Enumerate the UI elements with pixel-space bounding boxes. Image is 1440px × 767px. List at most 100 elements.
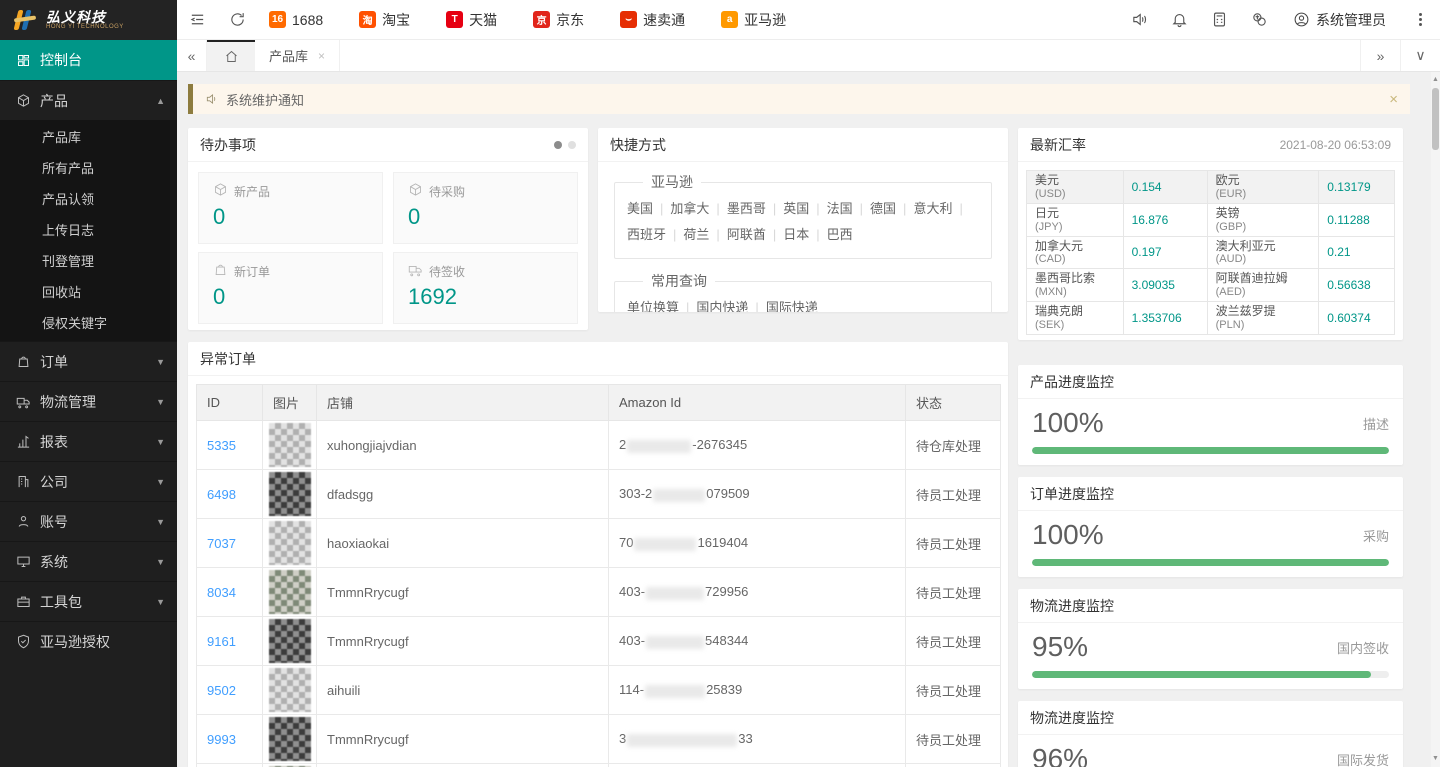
shortcut-link[interactable]: 德国: [870, 201, 896, 216]
tab-home[interactable]: [207, 40, 255, 71]
shortcut-link[interactable]: 荷兰: [683, 227, 709, 242]
shortcut-link[interactable]: 英国: [783, 201, 809, 216]
scrollbar-up-arrow[interactable]: ▲: [1431, 74, 1440, 86]
table-row: 7037haoxiaokai701619404待员工处理: [197, 519, 1001, 568]
sidebar-menu: 产品 ▲ 产品库所有产品产品认领上传日志刊登管理回收站侵权关键字 订单 ▼ 物流…: [0, 80, 177, 661]
carousel-dot-active[interactable]: [554, 141, 562, 149]
tab-close-icon[interactable]: ×: [318, 49, 325, 63]
shortcut-link[interactable]: 日本: [783, 227, 809, 242]
rates-timestamp: 2021-08-20 06:53:09: [1280, 138, 1391, 152]
order-id-link[interactable]: 6498: [207, 487, 236, 502]
marketplace-link[interactable]: 16 1688: [269, 11, 323, 28]
sidebar-group-4[interactable]: 公司 ▼: [0, 461, 177, 501]
user-menu[interactable]: 系统管理员: [1279, 10, 1400, 30]
shop-name: TmmnRrycugf: [317, 568, 609, 617]
rate-row: 美元(USD)0.154欧元(EUR)0.13179: [1027, 171, 1395, 204]
bell-icon[interactable]: [1159, 0, 1199, 40]
todo-title: 待办事项: [200, 135, 256, 155]
amazon-id: 403-729956: [609, 568, 906, 617]
sidebar-group-6[interactable]: 系统 ▼: [0, 541, 177, 581]
orders-header-row: ID图片店铺Amazon Id状态: [197, 385, 1001, 421]
rate-value-cell: 0.154: [1123, 171, 1207, 204]
scrollbar-thumb[interactable]: [1432, 88, 1439, 150]
shortcut-group-legend: 常用查询: [643, 271, 715, 291]
sidebar-subitem[interactable]: 刊登管理: [0, 246, 177, 277]
todo-tile[interactable]: 待采购 0: [393, 172, 578, 244]
announcement-icon[interactable]: [1119, 0, 1159, 40]
order-id-link[interactable]: 9161: [207, 634, 236, 649]
order-id-link[interactable]: 5335: [207, 438, 236, 453]
marketplace-link[interactable]: ⌣ 速卖通: [620, 10, 685, 30]
more-menu-icon[interactable]: [1400, 0, 1440, 40]
notice-text: 系统维护通知: [226, 90, 304, 109]
scrollbar-down-arrow[interactable]: ▼: [1431, 753, 1440, 765]
chevron-icon: ▼: [156, 397, 165, 407]
shortcut-link[interactable]: 单位换算: [627, 300, 679, 312]
sidebar-subitem[interactable]: 侵权关键字: [0, 308, 177, 339]
sidebar-subitem[interactable]: 上传日志: [0, 215, 177, 246]
sidebar-group-3[interactable]: 报表 ▼: [0, 421, 177, 461]
rate-value-cell: 0.11288: [1319, 203, 1395, 236]
sidebar-group-7[interactable]: 工具包 ▼: [0, 581, 177, 621]
order-id-link[interactable]: 9993: [207, 732, 236, 747]
chevron-icon: ▼: [156, 437, 165, 447]
sidebar-subitem[interactable]: 产品库: [0, 122, 177, 153]
order-id-link[interactable]: 7037: [207, 536, 236, 551]
shortcut-link[interactable]: 西班牙: [627, 227, 666, 242]
shortcut-link[interactable]: 意大利: [913, 201, 952, 216]
tab-product-library[interactable]: 产品库 ×: [255, 40, 340, 71]
order-id-link[interactable]: 8034: [207, 585, 236, 600]
sidebar-group-8[interactable]: 亚马逊授权: [0, 621, 177, 661]
sidebar-group-5[interactable]: 账号 ▼: [0, 501, 177, 541]
currency-cell: 波兰兹罗提(PLN): [1207, 302, 1319, 335]
rate-row: 加拿大元(CAD)0.197澳大利亚元(AUD)0.21: [1027, 236, 1395, 269]
tabs-menu-button[interactable]: ∨: [1400, 40, 1440, 71]
todo-tile[interactable]: 待签收 1692: [393, 252, 578, 324]
order-id-link[interactable]: 9502: [207, 683, 236, 698]
shortcut-link[interactable]: 巴西: [827, 227, 853, 242]
content-scrollbar[interactable]: ▲ ▼: [1431, 72, 1440, 767]
currency-exchange-icon[interactable]: [1239, 0, 1279, 40]
carousel-dot[interactable]: [568, 141, 576, 149]
building-icon: [16, 474, 31, 489]
shortcut-link[interactable]: 国际快递: [766, 300, 818, 312]
refresh-icon[interactable]: [217, 0, 257, 40]
marketplace-link[interactable]: T 天猫: [446, 10, 497, 30]
tabs-scroll-left-button[interactable]: «: [177, 40, 207, 71]
todo-tile[interactable]: 新产品 0: [198, 172, 383, 244]
notice-close-icon[interactable]: ×: [1389, 91, 1398, 108]
marketplace-link[interactable]: a 亚马逊: [721, 10, 786, 30]
marketplace-link[interactable]: 淘 淘宝: [359, 10, 410, 30]
monitor-percent: 100%: [1032, 519, 1104, 551]
shortcut-link[interactable]: 美国: [627, 201, 653, 216]
todo-value: 0: [408, 204, 563, 230]
user-name: 系统管理员: [1316, 10, 1386, 30]
marketplace-links: 16 1688 淘 淘宝 T 天猫 京 京东 ⌣ 速卖通 a 亚马逊: [269, 10, 786, 30]
sidebar-group-1[interactable]: 订单 ▼: [0, 341, 177, 381]
shortcut-link[interactable]: 墨西哥: [727, 201, 766, 216]
sidebar-group-0[interactable]: 产品 ▲: [0, 80, 177, 120]
status-badge: [906, 764, 1001, 767]
sidebar-subitem[interactable]: 回收站: [0, 277, 177, 308]
chevron-icon: ▼: [156, 597, 165, 607]
shortcut-link[interactable]: 法国: [827, 201, 853, 216]
shortcut-link[interactable]: 加拿大: [670, 201, 709, 216]
sidebar-subitem[interactable]: 产品认领: [0, 184, 177, 215]
currency-cell: 加拿大元(CAD): [1027, 236, 1124, 269]
todo-tile[interactable]: 新订单 0: [198, 252, 383, 324]
sidebar-item-console[interactable]: 控制台: [0, 40, 177, 80]
calculator-icon[interactable]: [1199, 0, 1239, 40]
censored-text: [653, 489, 705, 502]
sidebar-group-2[interactable]: 物流管理 ▼: [0, 381, 177, 421]
collapse-sidebar-icon[interactable]: [177, 0, 217, 40]
monitor-percent: 95%: [1032, 631, 1088, 663]
shortcut-link[interactable]: 国内快递: [696, 300, 748, 312]
marketplace-link[interactable]: 京 京东: [533, 10, 584, 30]
currency-cell: 美元(USD): [1027, 171, 1124, 204]
shortcut-link[interactable]: 阿联酋: [727, 227, 766, 242]
sidebar-subitem[interactable]: 所有产品: [0, 153, 177, 184]
tabs-scroll-right-button[interactable]: »: [1360, 40, 1400, 71]
bag-icon: [16, 354, 31, 369]
progress-bar-fill: [1032, 559, 1389, 566]
user-icon: [16, 514, 31, 529]
